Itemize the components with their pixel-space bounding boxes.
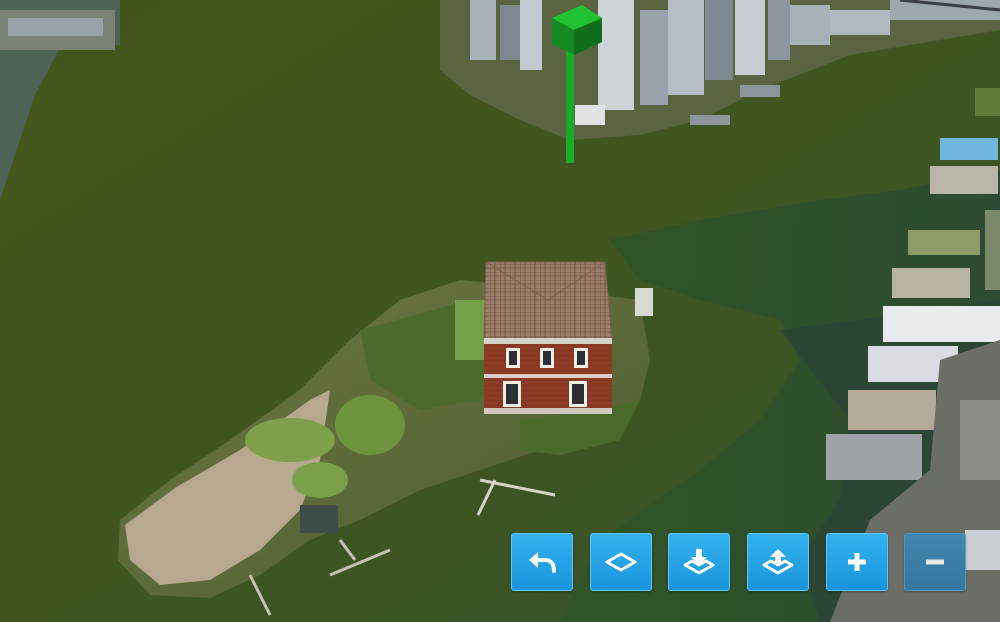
left-pier-detail: [8, 18, 103, 36]
lower-button[interactable]: [668, 533, 730, 591]
zoom-out-button[interactable]: [904, 533, 966, 591]
undo-arrow-icon: [529, 552, 556, 573]
plus-icon: [848, 553, 866, 571]
map-viewport[interactable]: [0, 0, 1000, 622]
upload-tray-icon: [762, 549, 794, 575]
map-toolbar: [511, 533, 967, 591]
download-tray-icon: [683, 549, 715, 575]
raise-button[interactable]: [747, 533, 809, 591]
diamond-outline-icon: [605, 552, 637, 572]
minus-icon: [926, 559, 944, 565]
zoom-in-button[interactable]: [826, 533, 888, 591]
draw-area-button[interactable]: [590, 533, 652, 591]
aerial-map[interactable]: [0, 0, 1000, 622]
placed-building[interactable]: [483, 261, 613, 414]
undo-button[interactable]: [511, 533, 573, 591]
